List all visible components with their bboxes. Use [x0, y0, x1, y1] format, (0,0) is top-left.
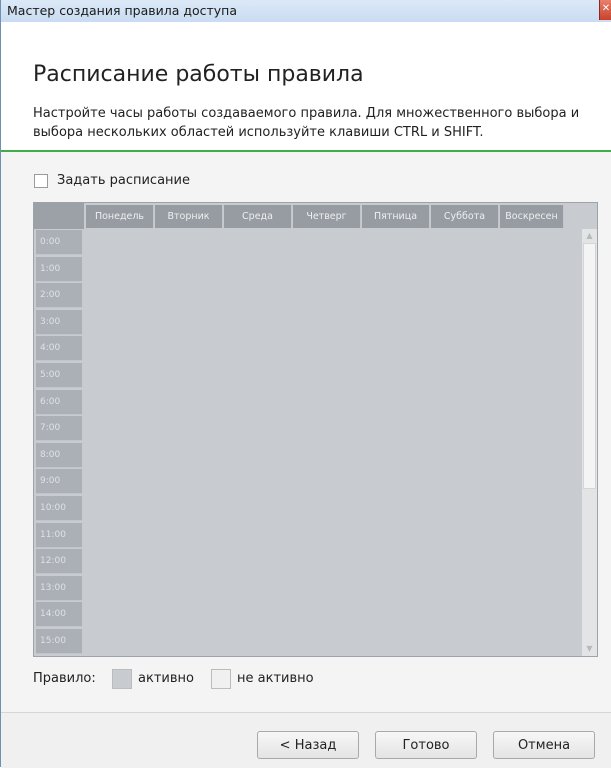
hour-row-label[interactable]: 2:00 [36, 283, 82, 309]
hour-row-label[interactable]: 13:00 [36, 575, 82, 601]
grid-scrollbar[interactable]: ▲ ▼ [581, 229, 597, 656]
scroll-down-icon[interactable]: ▼ [582, 642, 597, 656]
window-title: Мастер создания правила доступа [7, 3, 238, 18]
legend-inactive-swatch [211, 669, 231, 689]
wizard-footer: < Назад Готово Отмена [1, 712, 611, 768]
scroll-up-icon[interactable]: ▲ [582, 229, 597, 243]
set-schedule-checkbox[interactable] [34, 174, 48, 188]
hour-row-label[interactable]: 8:00 [36, 442, 82, 468]
day-header[interactable]: Понедель [86, 205, 154, 228]
hour-row-label[interactable]: 15:00 [36, 629, 82, 654]
day-header[interactable]: Среда [224, 205, 292, 228]
day-header[interactable]: Вторник [155, 205, 223, 228]
legend-active-label: активно [138, 671, 194, 686]
day-header[interactable]: Суббота [431, 205, 499, 228]
hour-row-label[interactable]: 12:00 [36, 549, 82, 575]
legend-inactive-label: не активно [237, 671, 314, 686]
schedule-grid[interactable]: ▲ ▼ Понедель Вторник Среда Четверг Пятница Су… [33, 202, 598, 657]
day-header[interactable]: Четверг [293, 205, 361, 228]
cancel-button[interactable]: Отмена [493, 731, 595, 759]
scroll-thumb[interactable] [583, 243, 596, 489]
legend-active-swatch [112, 669, 132, 689]
hour-row-label[interactable]: 11:00 [36, 522, 82, 548]
finish-button[interactable]: Готово [375, 731, 477, 759]
hour-row-label[interactable]: 14:00 [36, 602, 82, 628]
day-header[interactable]: Воскресен [500, 205, 564, 228]
hour-row-label[interactable]: 5:00 [36, 363, 82, 388]
day-header[interactable]: Пятница [362, 205, 430, 228]
hour-row-label[interactable]: 4:00 [36, 336, 82, 362]
hour-row-label[interactable]: 0:00 [36, 230, 82, 255]
set-schedule-label[interactable]: Задать расписание [57, 173, 190, 188]
back-button[interactable]: < Назад [257, 731, 359, 759]
close-icon[interactable]: ✕ [599, 0, 611, 20]
title-bar: Мастер создания правила доступа ✕ [1, 0, 611, 23]
hour-row-label[interactable]: 1:00 [36, 256, 82, 282]
wizard-window: Мастер создания правила доступа ✕ Распис… [0, 0, 611, 768]
legend-title: Правило: [33, 671, 96, 686]
hour-row-label[interactable]: 3:00 [36, 309, 82, 335]
hour-row-label[interactable]: 10:00 [36, 496, 82, 521]
page-subtitle: Настройте часы работы создаваемого прави… [33, 106, 580, 140]
hour-row-label[interactable]: 6:00 [36, 389, 82, 415]
wizard-header: Расписание работы правила Настройте часы… [1, 22, 611, 152]
hour-row-label[interactable]: 7:00 [36, 416, 82, 442]
hour-row-label[interactable]: 9:00 [36, 469, 82, 495]
page-title: Расписание работы правила [33, 62, 364, 87]
grid-corner [34, 203, 84, 229]
